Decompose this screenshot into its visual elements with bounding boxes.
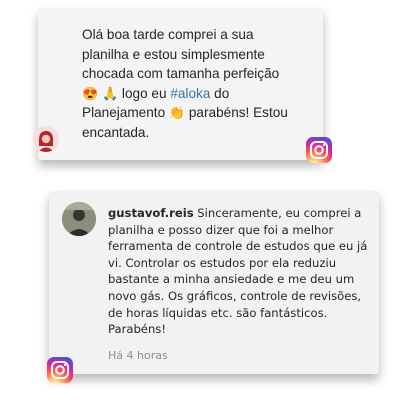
hashtag-link[interactable]: #aloka	[170, 86, 210, 101]
instagram-icon	[47, 357, 73, 383]
username-link[interactable]: gustavof.reis	[108, 206, 194, 220]
comment-1-line-4-end: do	[210, 85, 230, 101]
comment-2-body: Sinceramente, eu comprei a planilha e po…	[108, 206, 368, 337]
avatar[interactable]	[33, 126, 59, 152]
comment-2-text: gustavof.reis Sinceramente, eu comprei a…	[108, 205, 370, 338]
clapping-hands-emoji: 👏	[168, 105, 186, 120]
comment-1-line-2: planilha e estou simplesmente	[82, 46, 265, 62]
praying-hands-emoji: 🙏	[101, 85, 119, 101]
comment-1-line-5: Planejamento 👏 parabéns! Estou	[82, 103, 312, 123]
comment-1-line-5-text: Planejamento	[82, 105, 169, 120]
comment-1-line-4: 😍 🙏 logo eu #aloka do	[82, 84, 312, 104]
comment-1-line-6: encantada.	[82, 124, 150, 140]
comment-1-line-5-end: parabéns! Estou	[185, 105, 288, 120]
comment-1-text: Olá boa tarde comprei a sua planilha e e…	[82, 25, 312, 142]
comment-1-line-3: chocada com tamanha perfeição	[82, 66, 280, 81]
comment-1-line-1: Olá boa tarde comprei a sua	[82, 27, 254, 42]
heart-eyes-emoji: 😍	[82, 85, 99, 101]
instagram-icon	[306, 137, 332, 163]
comment-1-line-4-text: logo eu	[118, 85, 171, 101]
timestamp: Há 4 horas	[108, 349, 168, 362]
avatar[interactable]	[62, 202, 96, 236]
